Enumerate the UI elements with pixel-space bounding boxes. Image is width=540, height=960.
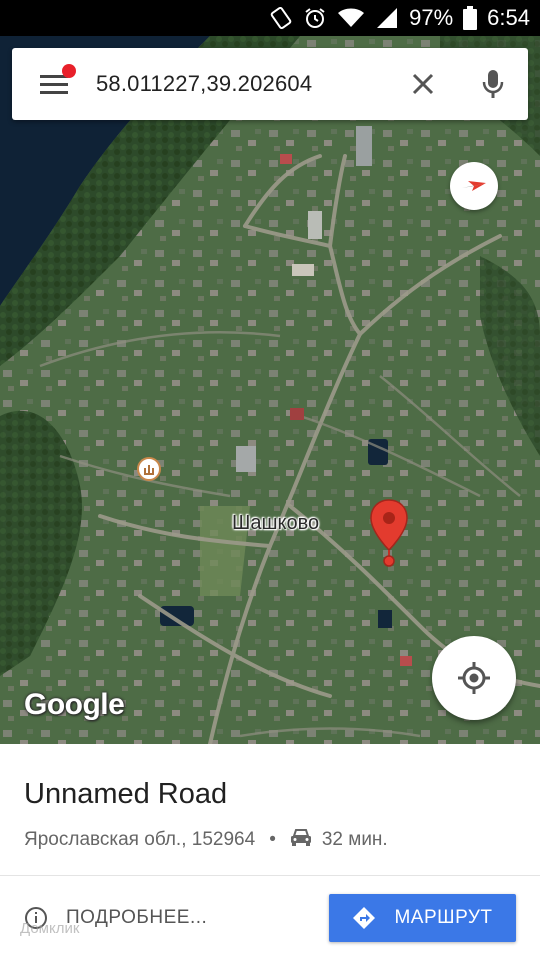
battery-percent: 97% — [409, 5, 454, 30]
battery-icon — [463, 6, 478, 30]
poi-icon[interactable] — [136, 456, 162, 482]
wifi-icon — [337, 6, 365, 30]
route-label: МАРШРУТ — [394, 907, 493, 928]
divider — [0, 875, 540, 876]
route-button[interactable]: МАРШРУТ — [329, 894, 516, 942]
signal-icon — [375, 6, 399, 30]
compass-button[interactable] — [450, 162, 498, 210]
voice-search-button[interactable] — [458, 48, 528, 120]
map-pin-icon[interactable] — [368, 498, 410, 568]
place-title: Unnamed Road — [24, 778, 228, 810]
directions-icon — [353, 907, 376, 929]
clear-search-button[interactable] — [388, 48, 458, 120]
close-icon — [412, 73, 434, 95]
details-label: ПОДРОБНЕЕ... — [66, 907, 208, 928]
search-bar[interactable]: 58.011227,39.202604 — [12, 48, 528, 120]
menu-button[interactable] — [12, 48, 96, 120]
rotate-lock-icon — [269, 6, 293, 30]
map-place-label: Шашково — [232, 512, 320, 534]
car-icon — [290, 828, 312, 852]
place-address: Ярославская обл., 152964 — [24, 829, 256, 850]
meta-separator: • — [269, 829, 276, 850]
my-location-button[interactable] — [432, 636, 516, 720]
alarm-icon — [303, 6, 327, 30]
search-input[interactable]: 58.011227,39.202604 — [96, 71, 388, 97]
google-logo: Google — [24, 688, 125, 721]
watermark: Домклик — [20, 920, 80, 937]
clock: 6:54 — [487, 5, 530, 30]
notification-dot — [62, 64, 76, 78]
status-bar: 97% 6:54 — [0, 0, 540, 36]
mic-icon — [482, 70, 504, 98]
compass-icon — [462, 181, 486, 191]
drive-time: 32 мин. — [321, 829, 388, 850]
place-sheet[interactable]: Unnamed Road Ярославская обл., 152964 • … — [0, 744, 540, 960]
my-location-icon — [458, 662, 490, 694]
place-meta: Ярославская обл., 152964 • 32 мин. — [24, 828, 388, 852]
